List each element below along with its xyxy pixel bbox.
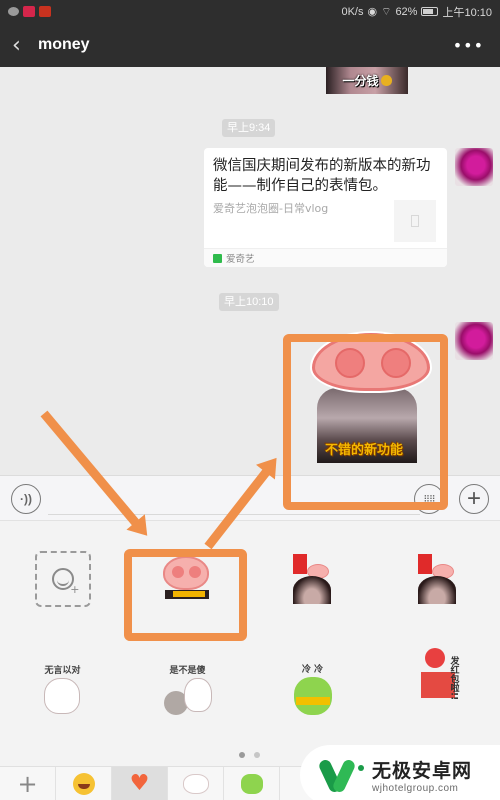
sticker-panel: 无言以对 是不是傻 冷 冷 发红包啦!! (0, 521, 500, 766)
timestamp: 早上9:34 (222, 119, 276, 137)
watermark-url: wjhotelgroup.com (372, 783, 459, 794)
frog-pack-tab[interactable] (224, 767, 280, 800)
avatar[interactable] (455, 148, 493, 186)
watermark-name: 无极安卓网 (372, 760, 473, 782)
wifi-icon: ⌔ (381, 5, 392, 18)
page-dot[interactable] (253, 752, 260, 758)
app-notification-icon (39, 6, 51, 17)
timestamp: 早上10:10 (219, 293, 279, 311)
battery-percent: 62% (395, 5, 418, 18)
link-card-source: 爱奇艺泡泡圈-日常vlog (213, 202, 329, 215)
iqiyi-app-icon (213, 253, 222, 263)
sticker-caption: 是不是傻 (169, 665, 206, 676)
red-envelope-sticker[interactable] (250, 531, 375, 626)
smiley-icon (72, 773, 95, 795)
add-tab[interactable]: + (0, 767, 56, 800)
heart-icon: ♥ (129, 771, 150, 796)
avatar[interactable] (455, 322, 493, 360)
back-button[interactable]: ‹ (0, 33, 36, 58)
voice-input-button[interactable]: ·)) (11, 484, 41, 514)
red-envelope-sticker[interactable] (375, 531, 500, 626)
favorites-tab[interactable]: ♥ (112, 767, 168, 800)
cat-speechless-sticker[interactable]: 无言以对 (0, 641, 125, 736)
sticker-caption: 一分钱 (342, 74, 379, 88)
add-sticker-cell[interactable] (0, 531, 125, 626)
more-options-button[interactable]: ••• (453, 36, 500, 55)
sticker-caption: 发红包啦!! (448, 655, 459, 700)
link-card-message[interactable]: 微信国庆期间发布的新版本的新功能——制作自己的表情包。 爱奇艺泡泡圈-日常vlo… (204, 148, 447, 267)
eye-icon: ◉ (367, 6, 378, 18)
annotation-highlight-box (124, 549, 247, 641)
link-app-name: 爱奇艺 (226, 254, 255, 265)
chat-header: ‹ money ••• (0, 23, 500, 67)
battery-icon (421, 7, 439, 16)
chat-title: money (38, 36, 90, 53)
cat-icon (182, 774, 209, 794)
link-card-footer: 爱奇艺 (204, 248, 447, 267)
more-functions-button[interactable]: + (459, 484, 489, 514)
placeholder-image-icon (411, 215, 419, 227)
add-sticker-button[interactable] (34, 550, 91, 607)
page-dot-active[interactable] (238, 752, 245, 758)
red-packet-sticker[interactable]: 发红包啦!! (375, 641, 500, 736)
sticker-caption: 无言以对 (44, 666, 81, 676)
annotation-highlight-box (283, 334, 448, 510)
watermark-logo-icon (317, 757, 366, 794)
money-bag-icon (380, 75, 392, 86)
link-thumbnail (394, 200, 436, 242)
frog-icon (240, 774, 263, 794)
wechat-notification-icon (8, 7, 19, 16)
clock: 上午10:10 (442, 6, 492, 19)
plus-icon: + (17, 770, 38, 798)
emoji-tab[interactable] (56, 767, 112, 800)
app-notification-icon (23, 6, 35, 17)
plus-icon: + (466, 485, 481, 512)
frog-cold-sticker[interactable]: 冷 冷 (250, 641, 375, 736)
net-speed: 0K/s (341, 5, 364, 18)
watermark: 无极安卓网 wjhotelgroup.com (300, 745, 500, 800)
sticker-caption: 冷 冷 (301, 665, 324, 675)
link-card-title: 微信国庆期间发布的新版本的新功能——制作自己的表情包。 (213, 158, 431, 194)
sticker-message[interactable]: 一分钱 (326, 67, 408, 94)
status-bar: 0K/s ◉ ⌔ 62% 上午10:10 (0, 0, 500, 23)
smiley-add-icon (51, 567, 79, 596)
cats-silly-sticker[interactable]: 是不是傻 (125, 641, 250, 736)
cat-pack-tab[interactable] (168, 767, 224, 800)
voice-icon: ·)) (20, 492, 32, 506)
